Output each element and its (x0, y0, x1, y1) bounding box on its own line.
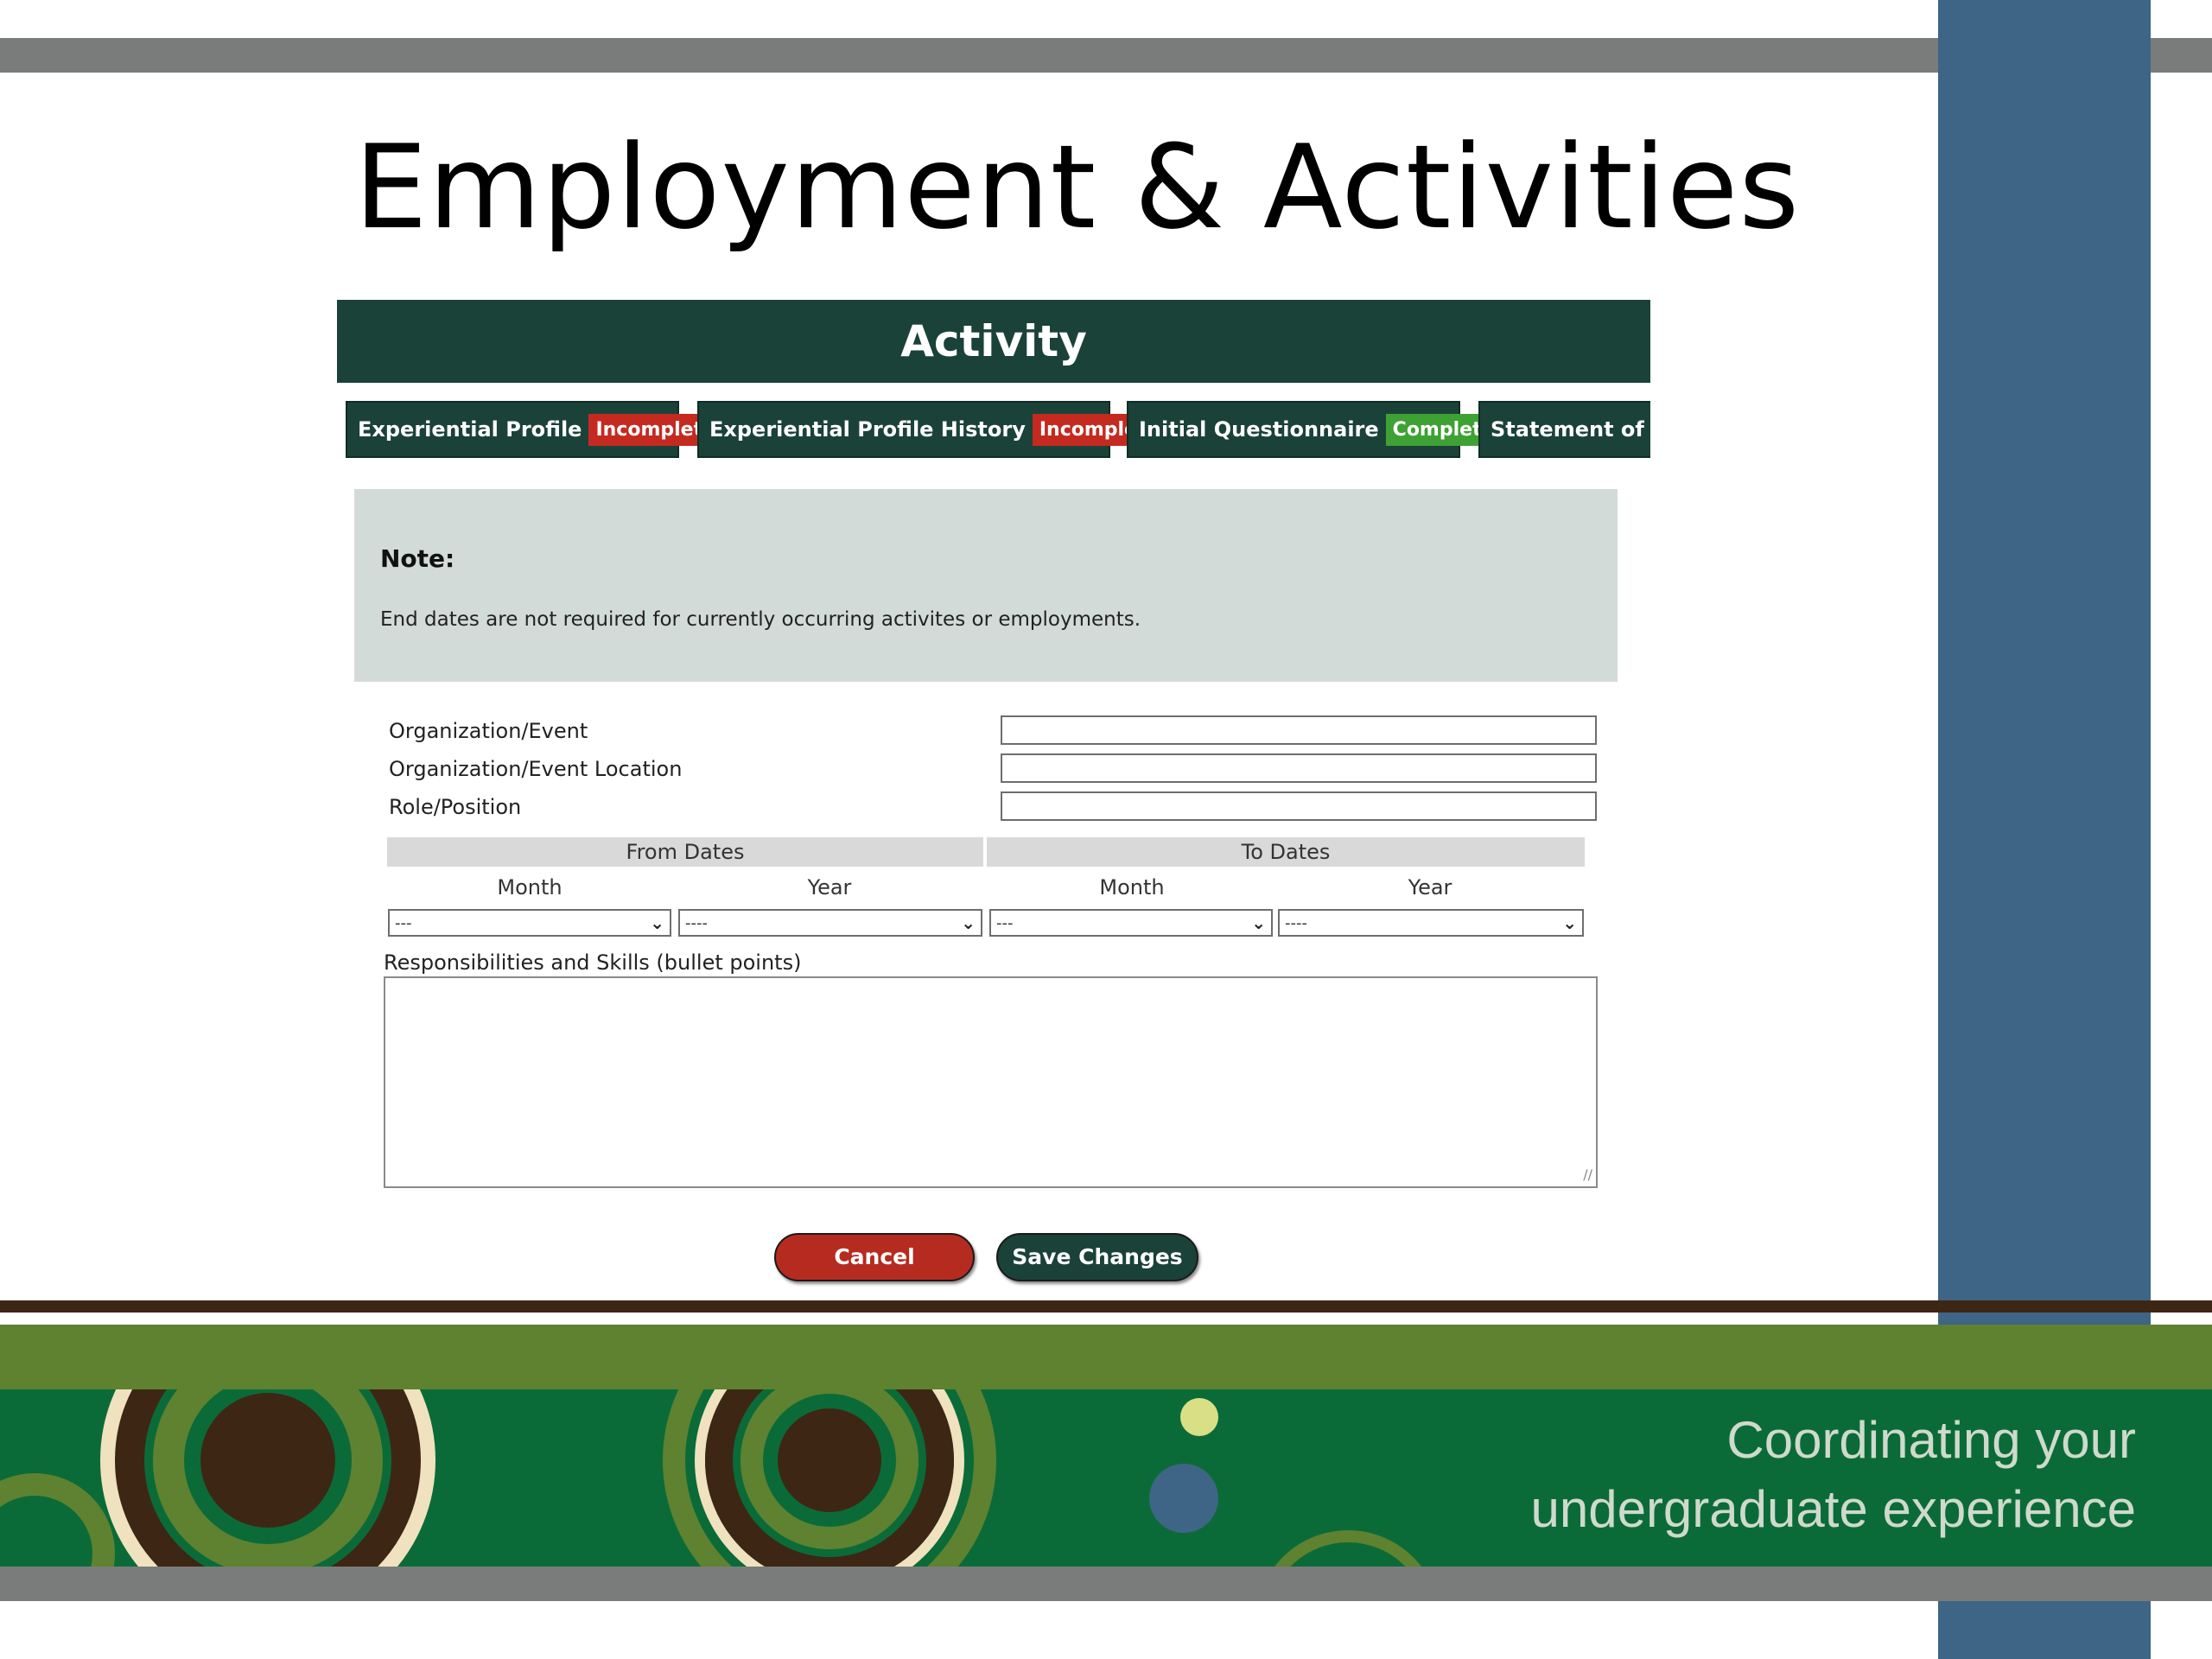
bottom-gray-bar (0, 1567, 2212, 1601)
cancel-button[interactable]: Cancel (774, 1233, 975, 1281)
olive-band (0, 1325, 2212, 1389)
note-title: Note: (380, 544, 455, 573)
to-month-select[interactable]: --- ⌄ (989, 909, 1273, 937)
from-dates-header: From Dates (387, 837, 983, 867)
to-dates-header: To Dates (987, 837, 1585, 867)
chevron-down-icon: ⌄ (650, 912, 664, 933)
chevron-down-icon: ⌄ (1251, 912, 1266, 933)
tab-experiential-profile[interactable]: Experiential Profile Incomplete (346, 401, 723, 458)
banner-tagline-line1: Coordinating your (1726, 1411, 2136, 1469)
responsibilities-label: Responsibilities and Skills (bullet poin… (384, 950, 802, 975)
from-year-select[interactable]: ---- ⌄ (678, 909, 982, 937)
chevron-down-icon: ⌄ (1562, 912, 1577, 933)
location-input[interactable] (1001, 753, 1597, 783)
from-year-label: Year (807, 875, 852, 899)
tab-label: Statement of Ex (1491, 417, 1650, 442)
brown-divider (0, 1300, 2212, 1313)
banner-tagline-line2: undergraduate experience (1530, 1480, 2136, 1538)
role-label: Role/Position (389, 795, 522, 819)
role-input[interactable] (1001, 791, 1597, 821)
selected-value: --- (996, 913, 1014, 932)
tab-label: Initial Questionnaire (1139, 417, 1379, 442)
selected-value: ---- (1285, 913, 1307, 932)
organization-input[interactable] (1001, 715, 1597, 745)
location-label: Organization/Event Location (389, 757, 683, 781)
tab-experiential-profile-history[interactable]: Experiential Profile History Incomplete (697, 401, 1166, 458)
save-changes-button[interactable]: Save Changes (996, 1233, 1198, 1281)
resize-handle-icon[interactable]: ∕∕ (1583, 1166, 1592, 1183)
responsibilities-textarea[interactable]: ∕∕ (384, 976, 1598, 1188)
note-box (354, 489, 1618, 682)
tabs-row: Experiential Profile Incomplete Experien… (346, 401, 1650, 460)
organization-label: Organization/Event (389, 719, 588, 743)
form-header: Activity (337, 300, 1650, 383)
from-month-label: Month (497, 875, 563, 899)
tab-label: Experiential Profile History (709, 417, 1026, 442)
selected-value: ---- (685, 913, 708, 932)
tab-statement-of-experience[interactable]: Statement of Ex (1478, 401, 1650, 458)
top-gray-bar (0, 38, 2212, 73)
tab-label: Experiential Profile (358, 417, 582, 442)
to-year-label: Year (1408, 875, 1452, 899)
selected-value: --- (395, 913, 412, 932)
tab-initial-questionnaire[interactable]: Initial Questionnaire Complete (1127, 401, 1502, 458)
slide-title: Employment & Activities (354, 120, 1801, 255)
note-text: End dates are not required for currently… (380, 608, 1141, 631)
to-month-label: Month (1099, 875, 1165, 899)
to-year-select[interactable]: ---- ⌄ (1278, 909, 1584, 937)
from-month-select[interactable]: --- ⌄ (388, 909, 671, 937)
chevron-down-icon: ⌄ (961, 912, 976, 933)
